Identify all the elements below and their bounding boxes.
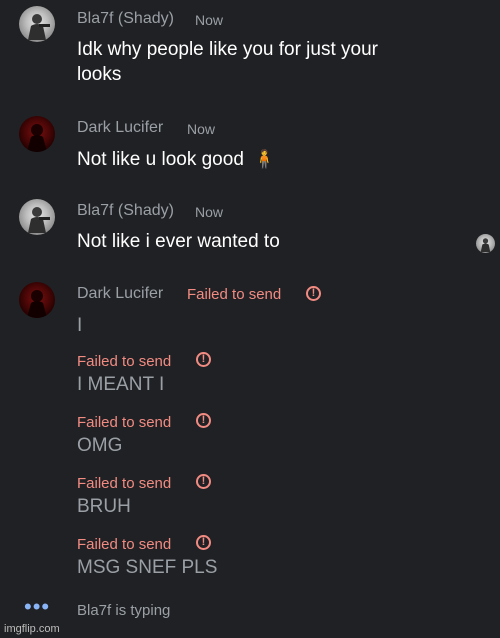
avatar[interactable] [19,116,55,152]
failed-message[interactable]: Failed to send ! I MEANT I [0,350,500,400]
message-text: I [77,315,83,336]
sender-name: Dark Lucifer [77,119,164,136]
message-text-line: Idk why people like you for just your [77,39,378,60]
timestamp: Now [187,121,216,137]
failed-status: Failed to send [187,286,282,303]
error-icon[interactable]: ! [196,474,211,489]
failed-status: Failed to send [77,536,172,553]
message-text: BRUH [77,496,131,517]
message-1[interactable]: Bla7f (Shady) Now Idk why people like yo… [0,0,500,95]
failed-status: Failed to send [77,414,172,431]
sender-name: Bla7f (Shady) [77,202,174,219]
message-4[interactable]: Dark Lucifer Failed to send ! I [0,276,500,341]
error-icon[interactable]: ! [196,413,211,428]
avatar-figure-icon [27,290,47,318]
message-text-content: Not like u look good [77,149,244,170]
sender-name: Dark Lucifer [77,285,164,302]
message-3[interactable]: Bla7f (Shady) Now Not like i ever wanted… [0,193,500,258]
message-text: Not like i ever wanted to [77,231,280,252]
avatar[interactable] [19,6,55,42]
avatar[interactable] [19,282,55,318]
failed-status: Failed to send [77,353,172,370]
message-text: MSG SNEF PLS [77,557,218,578]
avatar-figure-icon [480,238,491,252]
timestamp: Now [195,12,224,28]
error-icon[interactable]: ! [196,352,211,367]
message-2[interactable]: Dark Lucifer Now Not like u look good 🧍 [0,110,500,175]
person-standing-emoji-icon: 🧍 [253,149,276,169]
failed-message[interactable]: Failed to send ! BRUH [0,472,500,522]
message-text: Idk why people like you for just your lo… [77,37,457,87]
avatar[interactable] [19,199,55,235]
message-text: I MEANT I [77,374,165,395]
message-text: Not like u look good 🧍 [77,147,457,172]
avatar-figure-icon [28,207,50,233]
sender-name: Bla7f (Shady) [77,10,174,27]
message-text: OMG [77,435,123,456]
avatar-figure-icon [28,14,50,40]
typing-dots-icon: ••• [24,594,51,619]
error-icon[interactable]: ! [306,286,321,301]
message-text-line: looks [77,64,122,85]
watermark: imgflip.com [4,623,60,635]
typing-indicator: Bla7f is typing [77,602,171,619]
avatar-figure-icon [27,124,47,152]
timestamp: Now [195,204,224,220]
failed-message[interactable]: Failed to send ! MSG SNEF PLS [0,533,500,583]
read-receipt-avatar [476,234,495,253]
error-icon[interactable]: ! [196,535,211,550]
failed-status: Failed to send [77,475,172,492]
failed-message[interactable]: Failed to send ! OMG [0,411,500,461]
